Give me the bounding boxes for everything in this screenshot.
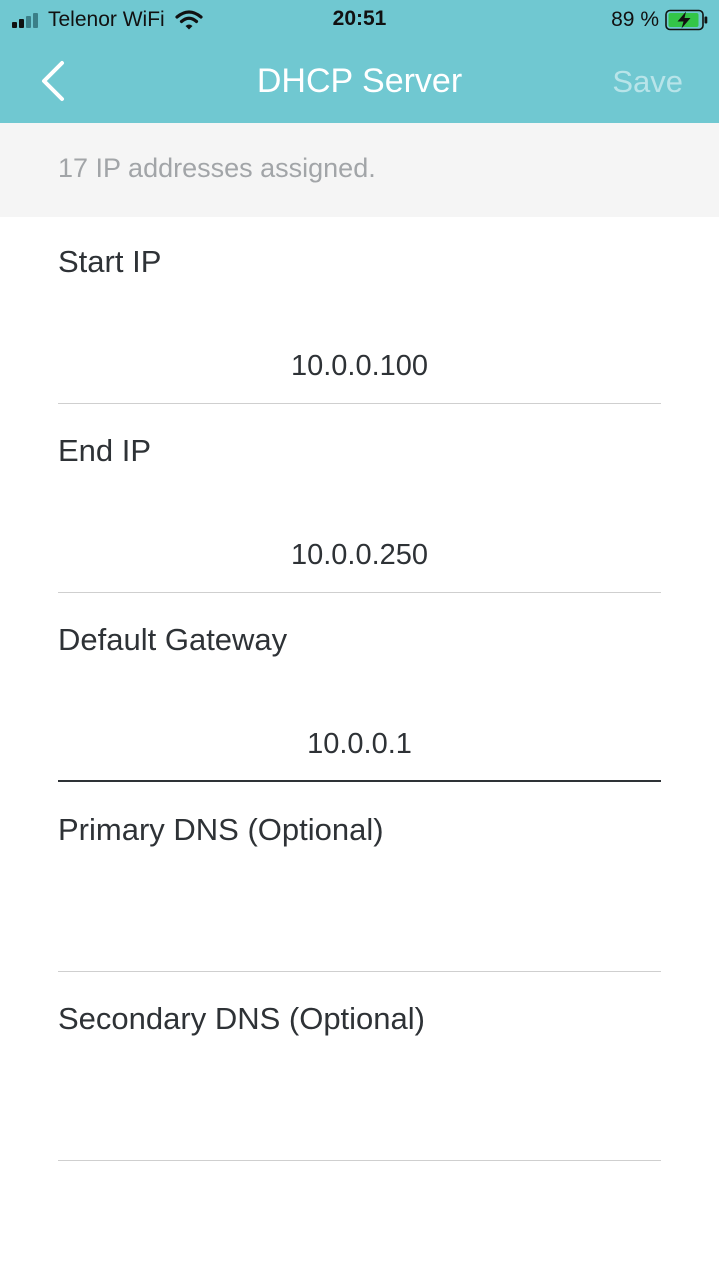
end-ip-input[interactable]: [58, 533, 661, 577]
primary-dns-input[interactable]: [58, 912, 661, 956]
default-gateway-divider: [58, 780, 661, 782]
assigned-info-banner: 17 IP addresses assigned.: [0, 123, 719, 217]
start-ip-label: Start IP: [58, 244, 162, 279]
secondary-dns-input[interactable]: [58, 1101, 661, 1145]
secondary-dns-divider: [58, 1160, 661, 1161]
assigned-count-text: 17 IP addresses assigned.: [58, 153, 376, 183]
default-gateway-input[interactable]: [58, 722, 661, 766]
page-title: DHCP Server: [256, 62, 463, 100]
status-bar: Telenor WiFi 20:51 89 %: [0, 0, 719, 40]
end-ip-divider: [58, 592, 661, 593]
save-button[interactable]: Save: [612, 40, 683, 123]
primary-dns-divider: [58, 971, 661, 972]
secondary-dns-label: Secondary DNS (Optional): [58, 1001, 425, 1036]
end-ip-label: End IP: [58, 433, 152, 468]
navigation-bar: DHCP Server Save: [0, 40, 719, 123]
default-gateway-label: Default Gateway: [58, 622, 288, 657]
battery-percentage: 89 %: [611, 8, 659, 31]
battery-charging-icon: [665, 9, 708, 31]
primary-dns-label: Primary DNS (Optional): [58, 812, 384, 847]
start-ip-input[interactable]: [58, 344, 661, 388]
start-ip-divider: [58, 403, 661, 404]
status-right: 89 %: [611, 7, 709, 33]
